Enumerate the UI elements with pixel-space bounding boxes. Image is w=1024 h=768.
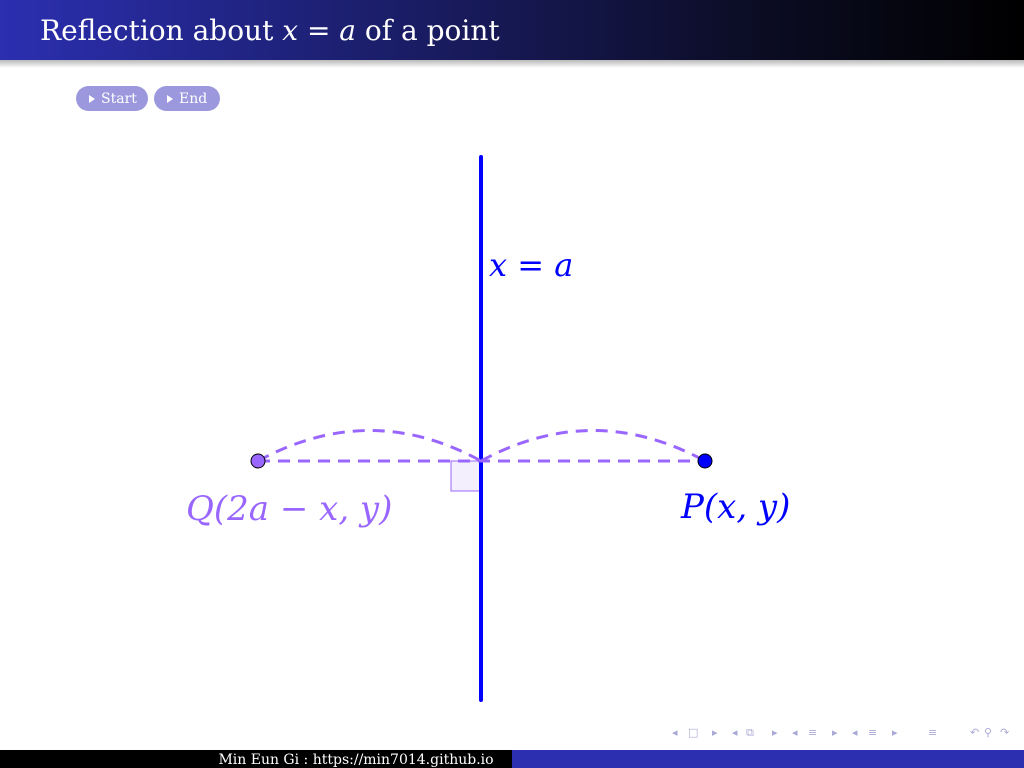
point-q-label: Q(2a − x, y) [186, 489, 392, 529]
nav-back-icon[interactable]: ↶ [970, 726, 979, 739]
nav-prev-section-icon[interactable]: ◂ [792, 726, 798, 739]
point-q [250, 453, 266, 469]
line-label: x = a [489, 246, 573, 284]
nav-toc-icon[interactable]: ≡ [928, 726, 937, 739]
nav-forward-icon[interactable]: ↷ [1000, 726, 1009, 739]
right-angle-marker [450, 460, 482, 492]
nav-search-icon[interactable]: ⚲ [984, 726, 992, 739]
nav-next-frame-icon[interactable]: ▸ [712, 726, 718, 739]
point-p [697, 453, 713, 469]
nav-prev-slide-icon[interactable]: ◂ [732, 726, 738, 739]
navigation-bar: ◂ □ ▸ ◂ ⧉ ▸ ◂ ≡ ▸ ◂ ≡ ▸ ≡ ↶ ⚲ ↷ [670, 726, 1024, 742]
nav-prev-subsection-icon[interactable]: ◂ [852, 726, 858, 739]
arc-right [480, 429, 706, 463]
nav-section-icon[interactable]: ≡ [808, 726, 817, 739]
nav-prev-frame-icon[interactable]: ◂ [672, 726, 678, 739]
point-p-label: P(x, y) [680, 487, 790, 527]
nav-next-subsection-icon[interactable]: ▸ [892, 726, 898, 739]
nav-slide-icon[interactable]: ⧉ [746, 726, 754, 740]
nav-subsection-icon[interactable]: ≡ [868, 726, 877, 739]
footer-author: Min Eun Gi : https://min7014.github.io [218, 752, 494, 768]
arc-left [257, 429, 482, 463]
nav-frame-icon[interactable]: □ [688, 726, 698, 739]
reflection-diagram: x = a Q(2a − x, y) P(x, y) [186, 155, 790, 702]
nav-next-section-icon[interactable]: ▸ [832, 726, 838, 739]
nav-next-slide-icon[interactable]: ▸ [772, 726, 778, 739]
